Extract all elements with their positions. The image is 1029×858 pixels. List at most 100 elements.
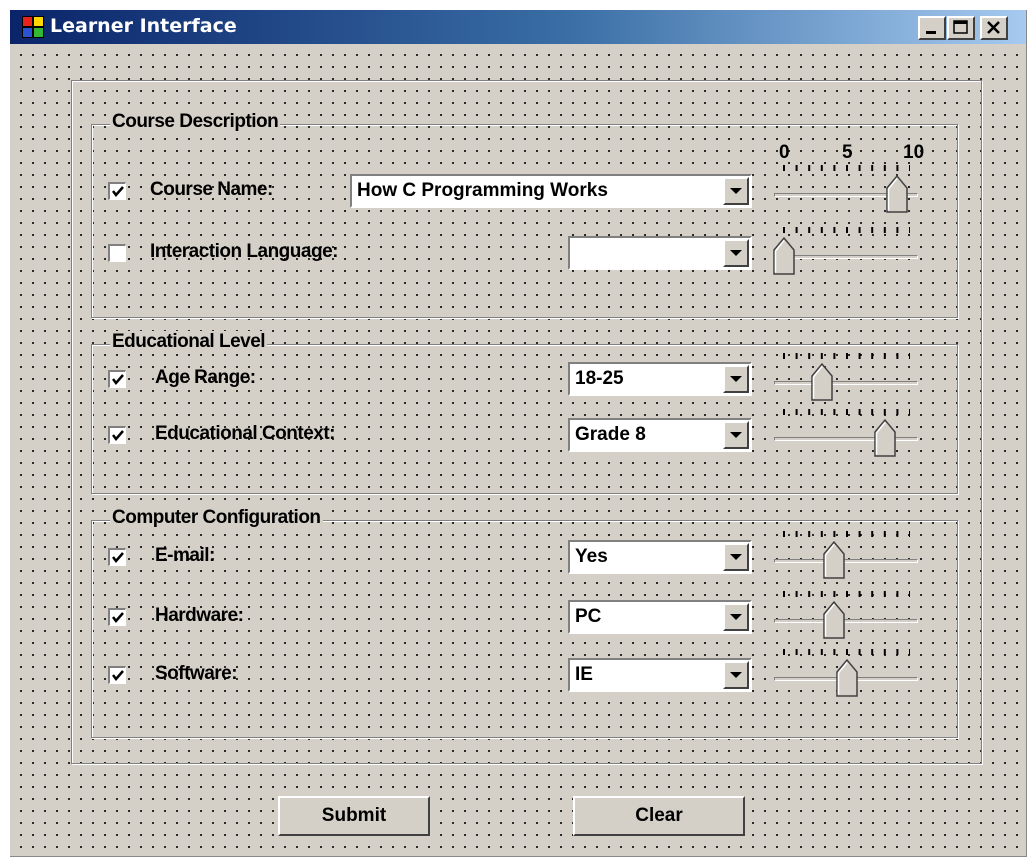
slider-tick <box>820 531 823 537</box>
email-dropdown[interactable]: Yes <box>568 540 752 574</box>
interaction-language-dropdown-button[interactable] <box>723 239 749 267</box>
hardware-dropdown[interactable]: PC <box>568 600 752 634</box>
software-dropdown-button[interactable] <box>723 661 749 689</box>
slider-thumb[interactable] <box>886 174 910 214</box>
email-slider[interactable] <box>772 530 922 584</box>
interaction-language-checkbox[interactable] <box>108 244 126 262</box>
clear-button[interactable]: Clear <box>573 796 745 836</box>
slider-tick <box>846 649 848 655</box>
slider-thumb[interactable] <box>836 658 860 698</box>
slider-tick <box>808 649 811 655</box>
slider-tick <box>795 531 798 537</box>
email-value: Yes <box>575 546 608 567</box>
educational-context-dropdown[interactable]: Grade 8 <box>568 418 752 452</box>
maximize-button[interactable] <box>947 16 975 40</box>
slider-tick <box>896 591 899 597</box>
slider-tick <box>795 227 798 233</box>
slider-tick <box>896 353 899 359</box>
minimize-icon <box>926 31 936 34</box>
slider-tick <box>783 165 785 171</box>
slider-tick <box>833 227 836 233</box>
hardware-dropdown-button[interactable] <box>723 603 749 631</box>
slider-tick <box>795 409 798 415</box>
group-title: Educational Level <box>110 331 268 353</box>
slider-thumb[interactable] <box>874 418 898 458</box>
slider-tick <box>896 227 899 233</box>
educational-context-dropdown-button[interactable] <box>723 421 749 449</box>
age-range-slider[interactable] <box>772 352 922 406</box>
app-window-icon <box>22 16 44 38</box>
slider-tick <box>820 409 823 415</box>
slider-ticks <box>783 591 910 597</box>
age-range-dropdown-button[interactable] <box>723 365 749 393</box>
form-client-area: 0 5 10 Course Description Educational Le… <box>10 44 1026 856</box>
slider-tick <box>795 649 798 655</box>
age-range-dropdown[interactable]: 18-25 <box>568 362 752 396</box>
software-label: Software: <box>155 663 238 684</box>
dropdown-arrow-icon <box>730 432 742 438</box>
software-slider[interactable] <box>772 648 922 702</box>
checkmark-icon <box>112 374 124 385</box>
close-button[interactable] <box>980 16 1008 40</box>
slider-tick <box>871 409 874 415</box>
slider-tick <box>858 591 861 597</box>
slider-ticks <box>783 353 910 359</box>
title-bar[interactable]: Learner Interface <box>10 10 1026 44</box>
hardware-label: Hardware: <box>155 605 244 626</box>
course-name-checkbox[interactable] <box>108 182 126 200</box>
educational-context-checkbox[interactable] <box>108 426 126 444</box>
hardware-slider[interactable] <box>772 590 922 644</box>
window-title: Learner Interface <box>50 15 237 37</box>
dropdown-arrow-icon <box>730 250 742 256</box>
slider-tick <box>883 409 886 415</box>
interaction-language-label: Interaction Language: <box>150 241 338 262</box>
email-dropdown-button[interactable] <box>723 543 749 571</box>
slider-thumb[interactable] <box>811 362 835 402</box>
slider-tick <box>871 353 874 359</box>
interaction-language-slider[interactable] <box>772 226 922 280</box>
slider-tick <box>858 353 861 359</box>
slider-thumb[interactable] <box>773 236 797 276</box>
email-label: E-mail: <box>155 545 215 566</box>
checkmark-icon <box>112 612 124 623</box>
checkmark-icon <box>112 186 124 197</box>
slider-tick <box>871 591 874 597</box>
slider-tick <box>896 409 899 415</box>
slider-track <box>774 381 918 385</box>
close-icon <box>987 21 1000 34</box>
software-checkbox[interactable] <box>108 666 126 684</box>
age-range-checkbox[interactable] <box>108 370 126 388</box>
educational-context-slider[interactable] <box>772 408 922 462</box>
slider-tick <box>820 353 823 359</box>
slider-tick <box>909 591 910 597</box>
slider-tick <box>896 165 899 171</box>
slider-ticks <box>783 409 910 415</box>
slider-thumb[interactable] <box>823 600 847 640</box>
slider-tick <box>858 227 861 233</box>
dropdown-arrow-icon <box>730 554 742 560</box>
slider-tick <box>858 531 861 537</box>
minimize-button[interactable] <box>918 16 946 40</box>
slider-tick <box>833 649 836 655</box>
course-name-dropdown[interactable]: How C Programming Works <box>350 174 752 208</box>
software-dropdown[interactable]: IE <box>568 658 752 692</box>
slider-tick <box>896 649 899 655</box>
slider-tick <box>871 227 874 233</box>
submit-button[interactable]: Submit <box>278 796 430 836</box>
slider-tick <box>833 531 836 537</box>
course-name-slider[interactable] <box>772 164 922 218</box>
email-checkbox[interactable] <box>108 548 126 566</box>
slider-tick <box>783 409 785 415</box>
hardware-value: PC <box>575 606 602 627</box>
checkmark-icon <box>112 430 124 441</box>
dropdown-arrow-icon <box>730 672 742 678</box>
course-name-dropdown-button[interactable] <box>723 177 749 205</box>
slider-ticks <box>783 165 910 171</box>
slider-tick <box>858 649 861 655</box>
slider-thumb[interactable] <box>823 540 847 580</box>
hardware-checkbox[interactable] <box>108 608 126 626</box>
slider-tick <box>820 165 823 171</box>
slider-tick <box>833 353 836 359</box>
slider-ticks <box>783 227 910 233</box>
interaction-language-dropdown[interactable] <box>568 236 752 270</box>
